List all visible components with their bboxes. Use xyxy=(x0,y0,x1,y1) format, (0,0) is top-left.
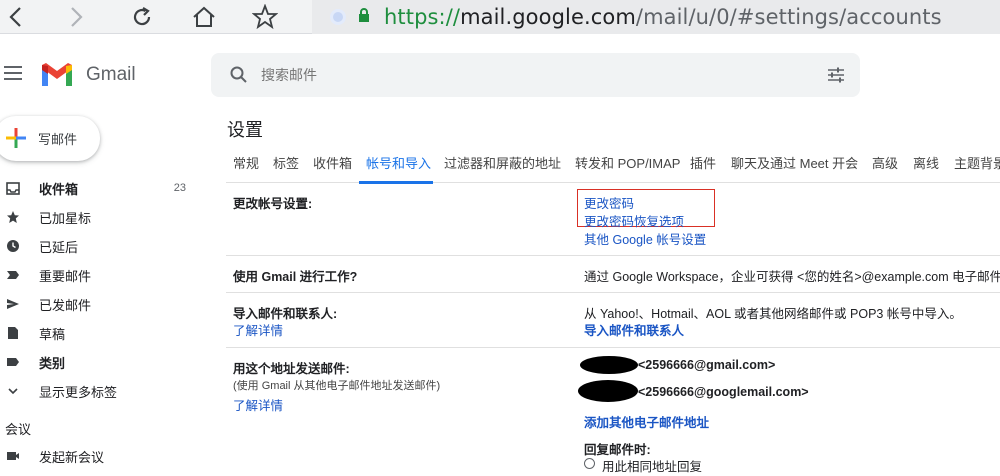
active-tab-indicator xyxy=(359,181,433,184)
row-divider xyxy=(226,347,1000,348)
sidebar-item-label: 已延后 xyxy=(39,239,79,255)
bookmark-star-icon[interactable] xyxy=(250,0,280,34)
sidebar-item-inbox[interactable]: 收件箱 23 xyxy=(0,174,200,202)
reply-same-address-radio[interactable] xyxy=(584,458,595,469)
back-icon[interactable] xyxy=(4,0,26,34)
send-icon xyxy=(6,297,20,311)
tab-offline[interactable]: 离线 xyxy=(913,145,939,183)
sidebar-item-drafts[interactable]: 草稿 xyxy=(0,319,200,347)
gmail-logo-icon[interactable] xyxy=(40,62,74,93)
search-bar[interactable] xyxy=(211,53,860,97)
sidebar-item-label: 重要邮件 xyxy=(39,268,92,284)
label-important-icon xyxy=(6,268,20,282)
change-recovery-link[interactable]: 更改密码恢复选项 xyxy=(584,211,684,230)
page-title: 设置 xyxy=(227,120,263,140)
inbox-icon xyxy=(6,181,20,195)
clock-icon xyxy=(6,239,20,253)
add-email-address-link[interactable]: 添加其他电子邮件地址 xyxy=(584,412,709,431)
search-icon[interactable] xyxy=(229,65,249,90)
tab-themes[interactable]: 主题背景 xyxy=(954,145,1000,183)
url-text: https://mail.google.com/mail/u/0/#settin… xyxy=(384,5,942,29)
send-as-email: <2596666@googlemail.com> xyxy=(638,385,809,399)
send-as-label: 用这个地址发送邮件: xyxy=(233,362,350,376)
star-icon xyxy=(6,210,20,224)
sidebar-item-label: 发起新会议 xyxy=(39,449,105,465)
reload-icon[interactable] xyxy=(128,0,156,34)
sidebar-item-sent[interactable]: 已发邮件 xyxy=(0,290,200,318)
main-menu-icon[interactable] xyxy=(4,66,22,82)
sidebar-item-label: 草稿 xyxy=(39,326,66,342)
row-divider xyxy=(226,292,1000,293)
import-learn-more-link[interactable]: 了解详情 xyxy=(233,320,283,339)
row-divider xyxy=(226,255,1000,256)
meet-section-title: 会议 xyxy=(5,422,32,437)
search-options-icon[interactable] xyxy=(826,65,846,90)
compose-button[interactable]: 写邮件 xyxy=(0,116,100,161)
site-info-icon[interactable] xyxy=(330,9,346,25)
redaction-mark xyxy=(580,356,638,374)
send-as-sub: (使用 Gmail 从其他电子邮件地址发送邮件) xyxy=(233,380,441,392)
sidebar-item-label: 类别 xyxy=(39,355,66,371)
tab-addons[interactable]: 插件 xyxy=(690,145,716,183)
redaction-mark xyxy=(578,380,638,402)
url-scheme: https:// xyxy=(384,5,461,29)
tab-chat-meet[interactable]: 聊天及通过 Meet 开会 xyxy=(731,145,858,183)
search-input[interactable] xyxy=(261,53,781,97)
tab-inbox[interactable]: 收件箱 xyxy=(313,145,352,183)
tab-filters[interactable]: 过滤器和屏蔽的地址 xyxy=(444,145,561,183)
change-password-link[interactable]: 更改密码 xyxy=(584,193,634,212)
google-account-settings-link[interactable]: 其他 Google 帐号设置 xyxy=(584,229,706,248)
workspace-label: 使用 Gmail 进行工作? xyxy=(233,270,358,284)
label-icon xyxy=(6,355,20,369)
sidebar-item-label: 收件箱 xyxy=(39,181,79,197)
sidebar-item-new-meeting[interactable]: 发起新会议 xyxy=(0,442,200,470)
sidebar-item-label: 已加星标 xyxy=(39,210,92,226)
change-account-label: 更改帐号设置: xyxy=(233,197,313,211)
send-as-learn-more-link[interactable]: 了解详情 xyxy=(233,395,283,414)
home-icon[interactable] xyxy=(190,0,218,34)
secure-lock-icon xyxy=(358,7,370,27)
browser-toolbar: https://mail.google.com/mail/u/0/#settin… xyxy=(0,0,1000,34)
tab-general[interactable]: 常规 xyxy=(233,145,259,183)
tab-labels[interactable]: 标签 xyxy=(273,145,299,183)
plus-icon xyxy=(4,126,28,155)
sidebar-item-categories[interactable]: 类别 xyxy=(0,348,200,376)
sidebar-item-label: 显示更多标签 xyxy=(39,384,118,400)
reply-same-address-label: 用此相同地址回复 xyxy=(602,460,703,474)
send-as-email: <2596666@gmail.com> xyxy=(638,358,776,372)
unread-count: 23 xyxy=(173,182,186,194)
url-host: mail.google.com xyxy=(460,5,636,29)
compose-label: 写邮件 xyxy=(38,132,78,147)
address-bar[interactable]: https://mail.google.com/mail/u/0/#settin… xyxy=(312,0,1000,34)
sidebar-item-more[interactable]: 显示更多标签 xyxy=(0,377,200,405)
draft-icon xyxy=(6,326,20,340)
gmail-wordmark: Gmail xyxy=(86,64,136,85)
video-camera-icon xyxy=(6,449,20,463)
tab-advanced[interactable]: 高级 xyxy=(872,145,898,183)
settings-tabs: 常规 标签 收件箱 帐号和导入 过滤器和屏蔽的地址 转发和 POP/IMAP 插… xyxy=(226,145,1000,183)
sidebar-item-snoozed[interactable]: 已延后 xyxy=(0,232,200,260)
forward-icon[interactable] xyxy=(66,0,88,34)
sidebar-item-starred[interactable]: 已加星标 xyxy=(0,203,200,231)
workspace-text: 通过 Google Workspace，企业可获得 <您的姓名>@example… xyxy=(584,270,1000,284)
import-mail-contacts-link[interactable]: 导入邮件和联系人 xyxy=(584,320,684,339)
sidebar-item-important[interactable]: 重要邮件 xyxy=(0,261,200,289)
tab-accounts-import[interactable]: 帐号和导入 xyxy=(366,145,431,183)
tab-forwarding[interactable]: 转发和 POP/IMAP xyxy=(575,145,680,183)
url-path: /mail/u/0/#settings/accounts xyxy=(635,5,942,29)
sidebar-item-label: 已发邮件 xyxy=(39,297,92,313)
chevron-down-icon xyxy=(6,384,20,398)
